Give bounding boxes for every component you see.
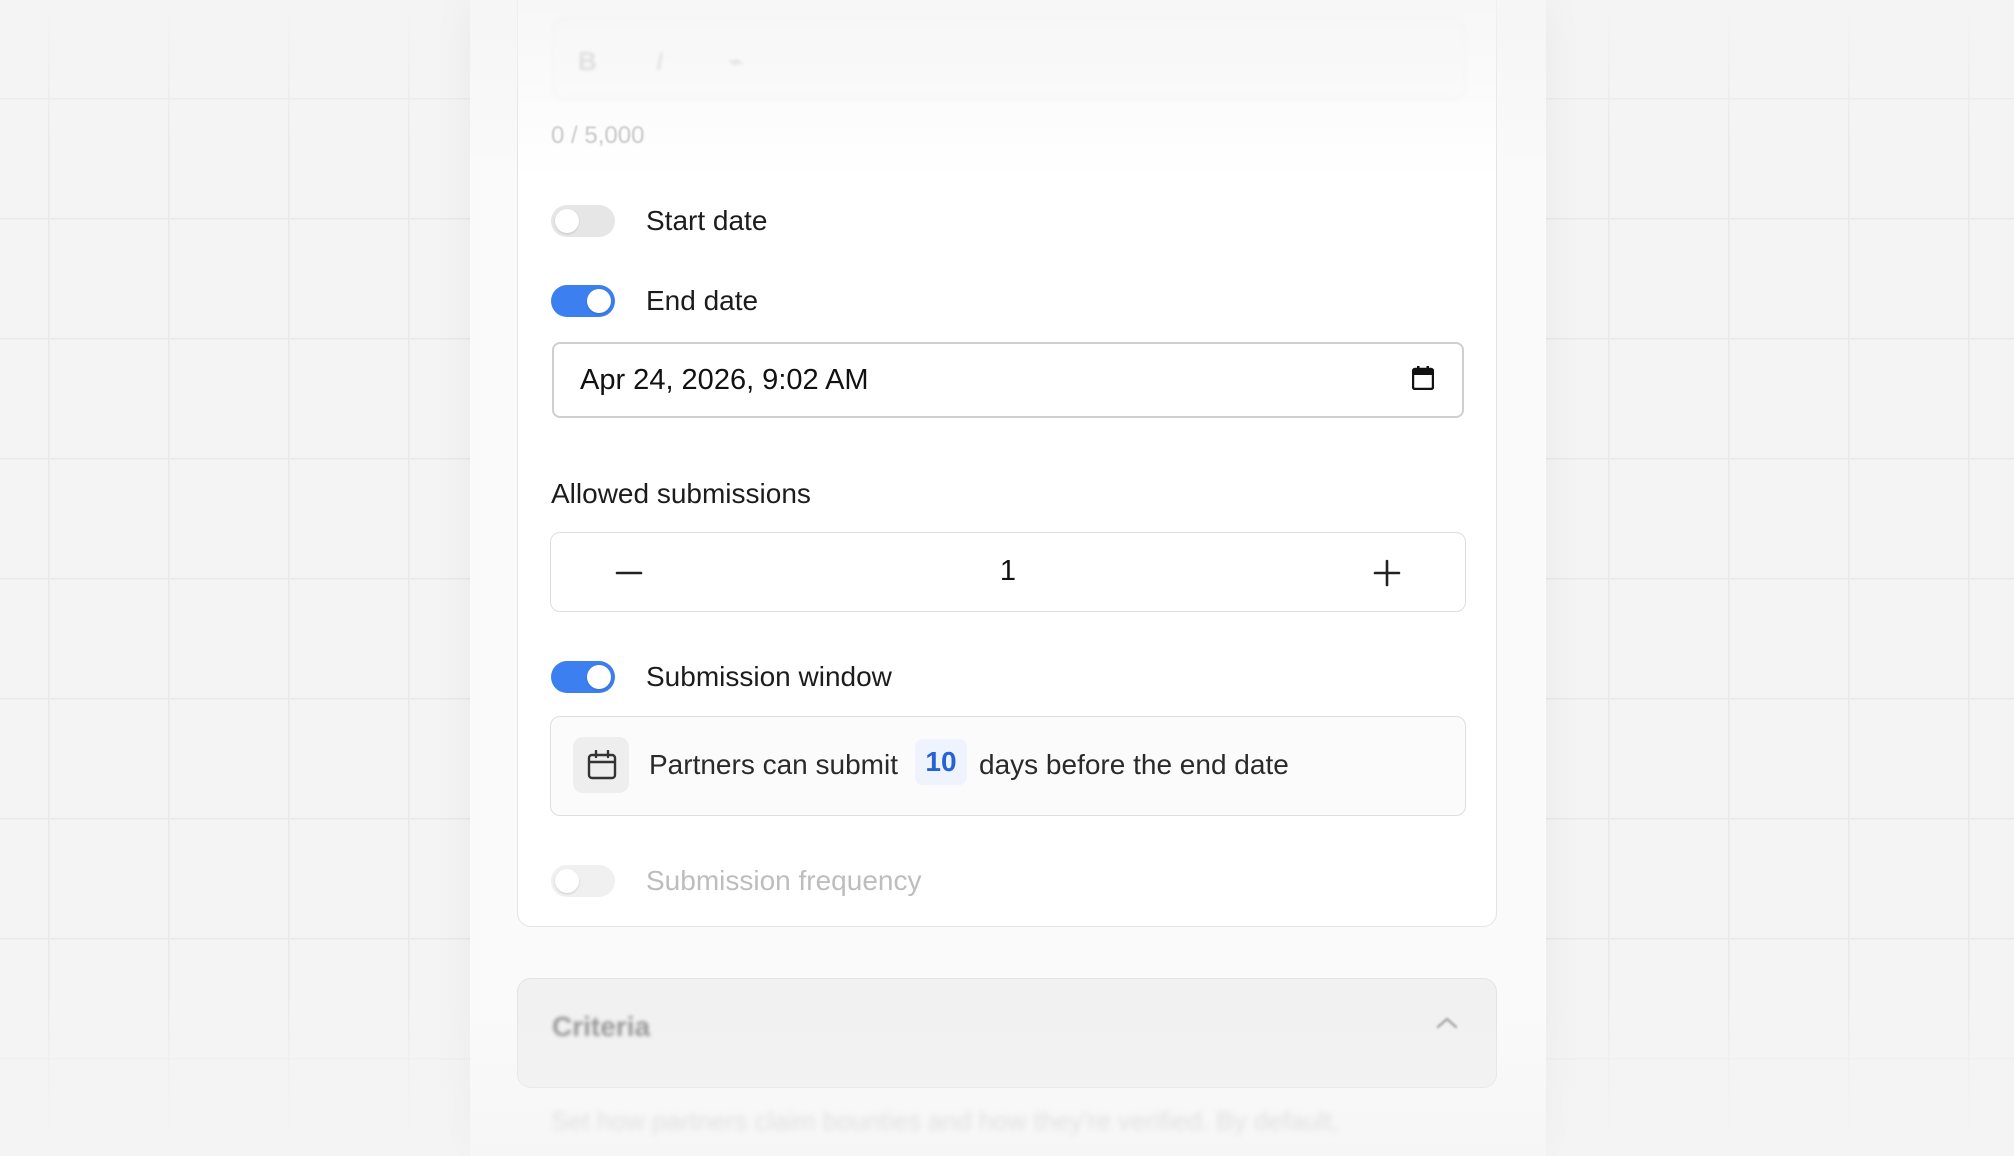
- end-date-value: Apr 24, 2026, 9:02 AM: [580, 364, 869, 396]
- submission-window-text-after: days before the end date: [979, 749, 1289, 780]
- link-icon[interactable]: ⌁: [728, 46, 744, 77]
- end-date-label: End date: [646, 285, 759, 316]
- allowed-submissions-stepper[interactable]: 1: [550, 532, 1466, 612]
- chevron-up-icon[interactable]: [1434, 1015, 1460, 1031]
- italic-icon[interactable]: I: [656, 46, 663, 77]
- submission-frequency-toggle[interactable]: [551, 865, 615, 897]
- end-date-input[interactable]: Apr 24, 2026, 9:02 AM: [552, 342, 1464, 418]
- toggle-knob: [587, 665, 611, 689]
- end-date-toggle[interactable]: [551, 285, 615, 317]
- description-editor[interactable]: [552, 18, 1466, 100]
- criteria-description: Set how partners claim bounties and how …: [551, 1106, 1340, 1136]
- toggle-knob: [555, 209, 579, 233]
- calendar-picker-icon[interactable]: [1412, 366, 1434, 390]
- submission-window-text-before: Partners can submit: [649, 749, 898, 780]
- bold-icon[interactable]: B: [578, 46, 597, 77]
- criteria-section-header[interactable]: Criteria: [517, 978, 1497, 1088]
- start-date-label: Start date: [646, 205, 768, 236]
- start-date-toggle[interactable]: [551, 205, 615, 237]
- submission-frequency-label: Submission frequency: [646, 865, 922, 896]
- character-count: 0 / 5,000: [551, 122, 645, 149]
- allowed-submissions-label: Allowed submissions: [551, 478, 811, 509]
- calendar-badge: [573, 737, 629, 793]
- toggle-knob: [555, 869, 579, 893]
- allowed-submissions-value[interactable]: 1: [551, 555, 1465, 588]
- criteria-title: Criteria: [552, 1011, 651, 1042]
- submission-window-box: Partners can submit 10 days before the e…: [550, 716, 1466, 816]
- calendar-icon: [587, 750, 617, 780]
- plus-icon[interactable]: [1367, 553, 1407, 593]
- submission-window-toggle[interactable]: [551, 661, 615, 693]
- toggle-knob: [587, 289, 611, 313]
- submission-window-label: Submission window: [646, 661, 892, 692]
- submission-window-days-input[interactable]: 10: [915, 739, 967, 785]
